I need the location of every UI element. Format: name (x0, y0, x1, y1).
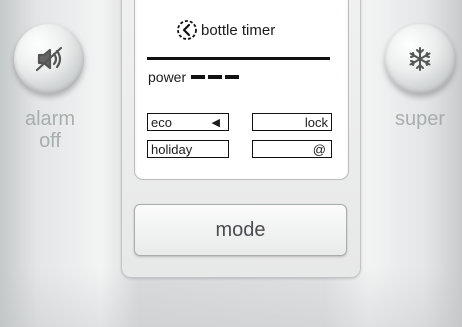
power-label: power (148, 69, 187, 85)
power-bar (208, 75, 223, 79)
alarm-label-line2: off (39, 130, 61, 152)
bottle-timer-label: bottle timer (201, 21, 276, 39)
snowflake-icon (409, 47, 431, 71)
eco-arrow-icon: ◀ (211, 117, 220, 129)
mode-label: mode (215, 218, 266, 241)
power-level-bars (191, 75, 240, 79)
power-indicator: power (148, 69, 240, 85)
holiday-label: holiday (151, 142, 193, 157)
power-bar (191, 75, 206, 79)
lock-option[interactable]: lock (252, 113, 332, 131)
display-divider (147, 57, 330, 60)
power-bar (225, 75, 240, 79)
holiday-option[interactable]: holiday (147, 140, 229, 158)
alarm-off-button[interactable] (14, 24, 84, 94)
at-label: @ (312, 142, 326, 157)
mode-button[interactable]: mode (134, 204, 347, 256)
bottle-timer-icon (177, 20, 197, 40)
alarm-off-label: alarm off (10, 108, 90, 152)
super-button[interactable] (385, 24, 455, 94)
speaker-muted-icon (35, 46, 63, 72)
eco-label: eco (151, 115, 172, 130)
bottle-timer-row[interactable]: bottle timer (176, 18, 275, 42)
alarm-label-line1: alarm (24, 108, 75, 130)
at-option[interactable]: @ (252, 140, 332, 158)
super-label: super (394, 108, 446, 130)
eco-option[interactable]: eco ◀ (147, 113, 229, 131)
lock-label: lock (304, 115, 328, 130)
